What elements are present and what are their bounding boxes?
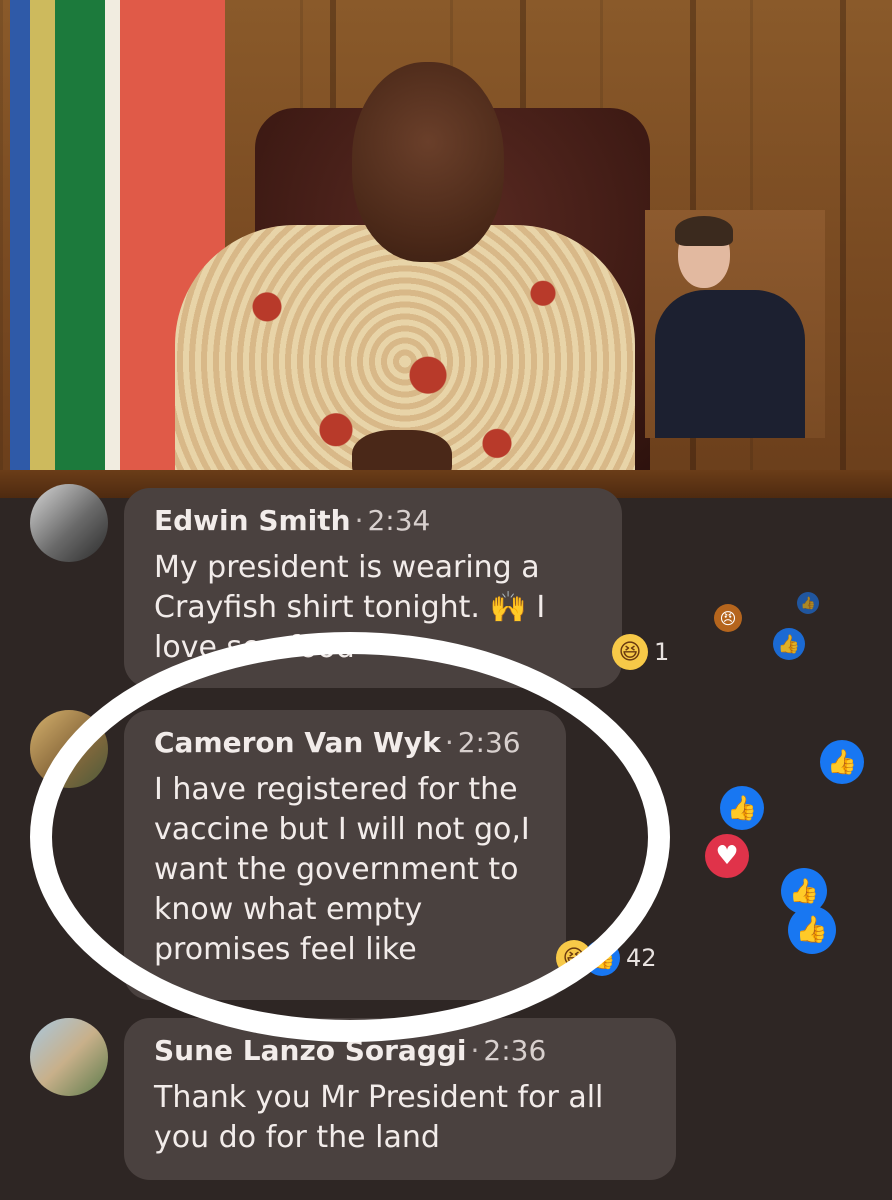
haha-icon: 😆 xyxy=(612,634,648,670)
comment-reactions[interactable]: 😆 1 xyxy=(612,634,669,670)
reaction-count: 42 xyxy=(626,944,657,972)
interpreter-body xyxy=(655,290,805,438)
angry-reaction-icon: 😠 xyxy=(714,604,742,632)
speaker-head xyxy=(352,62,504,262)
like-reaction-icon: 👍 xyxy=(797,592,819,614)
sign-language-interpreter-inset xyxy=(645,210,825,438)
comment-time: 2:36 xyxy=(483,1034,547,1067)
like-reaction-icon: 👍 xyxy=(788,906,836,954)
love-reaction-icon: ♥ xyxy=(705,834,749,878)
like-reaction-icon: 👍 xyxy=(773,628,805,660)
like-reaction-icon: 👍 xyxy=(820,740,864,784)
comment-bubble[interactable]: Sune Lanzo Soraggi · 2:36 Thank you Mr Pre… xyxy=(124,1018,676,1180)
comment-author[interactable]: Edwin Smith xyxy=(154,504,351,537)
highlight-circle-annotation xyxy=(30,632,670,1042)
meta-separator: · xyxy=(354,504,364,537)
comment-time: 2:34 xyxy=(367,504,431,537)
avatar[interactable] xyxy=(30,484,108,562)
interpreter-hair xyxy=(675,216,733,246)
comment-text: Thank you Mr President for all you do fo… xyxy=(154,1080,604,1155)
wood-panel-divider xyxy=(840,0,846,498)
like-reaction-icon: 👍 xyxy=(720,786,764,830)
comment-meta: Edwin Smith · 2:34 xyxy=(154,504,430,537)
meta-separator: · xyxy=(470,1034,480,1067)
video-stream[interactable] xyxy=(0,0,892,498)
reaction-count: 1 xyxy=(654,638,670,666)
avatar[interactable] xyxy=(30,1018,108,1096)
